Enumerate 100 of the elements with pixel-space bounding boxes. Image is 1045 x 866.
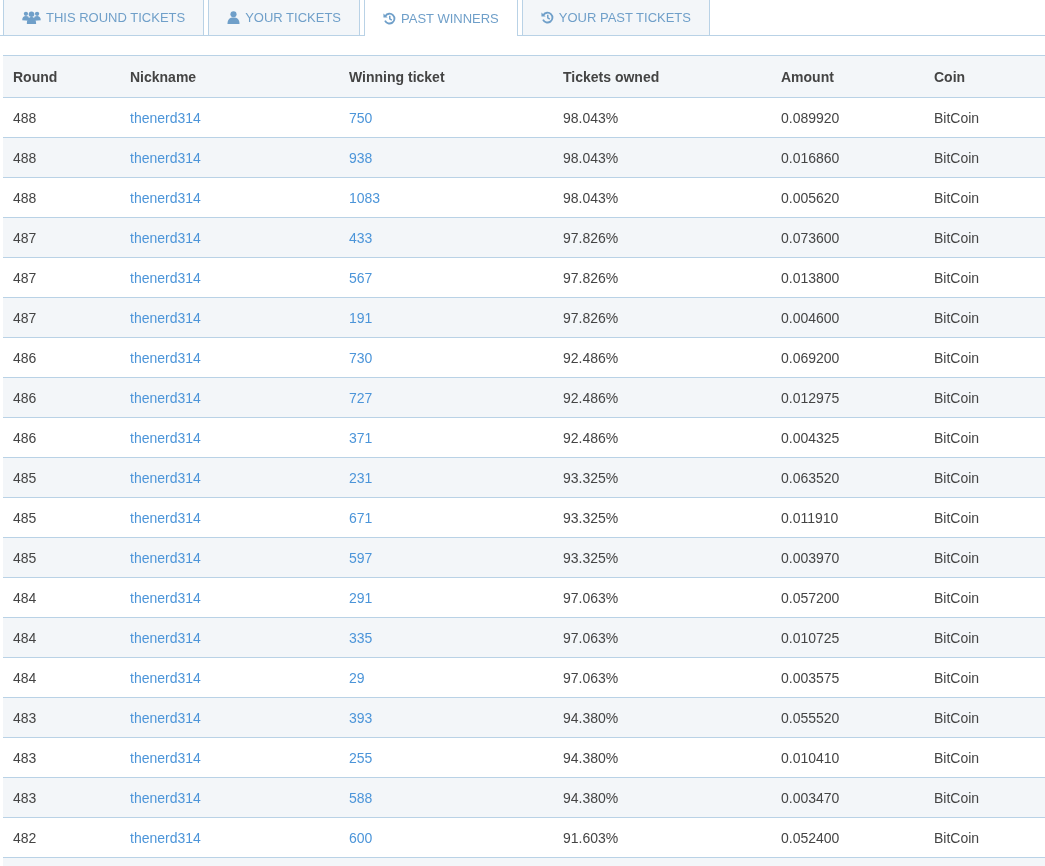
nickname-link[interactable]: thenerd314	[130, 389, 201, 406]
ticket-link[interactable]: 231	[349, 469, 373, 486]
ticket-link[interactable]: 671	[349, 509, 373, 526]
round-cell: 483	[3, 777, 120, 818]
nickname-link[interactable]: thenerd314	[130, 509, 201, 526]
amount-cell: 0.011910	[771, 497, 924, 538]
ticket-link[interactable]: 291	[349, 589, 373, 606]
nickname-link[interactable]: thenerd314	[130, 229, 201, 246]
ticket-link[interactable]: 730	[349, 349, 373, 366]
coin-cell: BitCoin	[924, 537, 1045, 578]
ticket-link[interactable]: 255	[349, 749, 373, 766]
coin-cell: BitCoin	[924, 377, 1045, 418]
amount-cell: 0.010410	[771, 737, 924, 778]
round-cell: 487	[3, 257, 120, 298]
nickname-link[interactable]: thenerd314	[130, 629, 201, 646]
ticket-link[interactable]: 938	[349, 149, 373, 166]
round-cell: 486	[3, 417, 120, 458]
tickets-owned-cell: 98.043%	[553, 177, 771, 218]
ticket-link[interactable]: 1083	[349, 189, 381, 206]
round-cell: 483	[3, 737, 120, 778]
coin-cell: BitCoin	[924, 457, 1045, 498]
column-header: Tickets owned	[553, 55, 771, 98]
ticket-link[interactable]: 191	[349, 309, 373, 326]
amount-cell: 0.010725	[771, 617, 924, 658]
column-header: Winning ticket	[339, 55, 553, 98]
nickname-link[interactable]: thenerd314	[130, 309, 201, 326]
tickets-owned-cell: 97.063%	[553, 617, 771, 658]
tickets-owned-cell: 97.826%	[553, 297, 771, 338]
column-header: Coin	[924, 55, 1045, 98]
nickname-link[interactable]: thenerd314	[130, 549, 201, 566]
round-cell: 486	[3, 337, 120, 378]
ticket-link[interactable]: 29	[349, 669, 365, 686]
column-header: Amount	[771, 55, 924, 98]
nickname-link[interactable]: thenerd314	[130, 709, 201, 726]
nickname-link[interactable]: thenerd314	[130, 589, 201, 606]
coin-cell: BitCoin	[924, 97, 1045, 138]
coin-cell: BitCoin	[924, 497, 1045, 538]
amount-cell: 0.052400	[771, 817, 924, 858]
amount-cell: 0.003575	[771, 657, 924, 698]
round-cell: 488	[3, 97, 120, 138]
tab[interactable]: PAST WINNERS	[364, 0, 518, 36]
amount-cell: 0.055520	[771, 697, 924, 738]
amount-cell: 0.004325	[771, 417, 924, 458]
people-icon	[22, 11, 41, 24]
coin-cell: BitCoin	[924, 217, 1045, 258]
nickname-link[interactable]: thenerd314	[130, 349, 201, 366]
coin-cell: BitCoin	[924, 137, 1045, 178]
nickname-link[interactable]: thenerd314	[130, 429, 201, 446]
amount-cell: 0.016860	[771, 137, 924, 178]
ticket-link[interactable]: 727	[349, 389, 373, 406]
tickets-owned-cell: 97.826%	[553, 257, 771, 298]
coin-cell: BitCoin	[924, 297, 1045, 338]
tickets-owned-cell: 98.043%	[553, 137, 771, 178]
tickets-owned-cell: 97.063%	[553, 657, 771, 698]
round-cell: 482	[3, 817, 120, 858]
tickets-owned-cell: 92.486%	[553, 377, 771, 418]
tickets-owned-cell: 97.826%	[553, 217, 771, 258]
history-icon	[540, 11, 554, 24]
tickets-owned-cell: 93.325%	[553, 497, 771, 538]
ticket-link[interactable]: 588	[349, 789, 373, 806]
tab[interactable]: YOUR TICKETS	[208, 0, 360, 35]
coin-cell: BitCoin	[924, 737, 1045, 778]
nickname-link[interactable]: thenerd314	[130, 109, 201, 126]
ticket-link[interactable]: 567	[349, 269, 373, 286]
ticket-link[interactable]: 600	[349, 829, 373, 846]
amount-cell: 0.013800	[771, 257, 924, 298]
nickname-link[interactable]: thenerd314	[130, 149, 201, 166]
tickets-owned-cell: 91.603%	[553, 817, 771, 858]
nickname-link[interactable]: thenerd314	[130, 469, 201, 486]
coin-cell: BitCoin	[924, 257, 1045, 298]
coin-cell: BitCoin	[924, 777, 1045, 818]
amount-cell: 0.003470	[771, 777, 924, 818]
amount-cell: 0.057200	[771, 577, 924, 618]
round-cell: 485	[3, 497, 120, 538]
ticket-link[interactable]: 371	[349, 429, 373, 446]
ticket-link[interactable]: 433	[349, 229, 373, 246]
ticket-link[interactable]: 750	[349, 109, 373, 126]
person-icon	[227, 11, 241, 24]
nickname-link[interactable]: thenerd314	[130, 829, 201, 846]
amount-cell: 0.003970	[771, 537, 924, 578]
ticket-link[interactable]: 393	[349, 709, 373, 726]
coin-cell: BitCoin	[924, 337, 1045, 378]
tickets-owned-cell: 92.486%	[553, 417, 771, 458]
ticket-link[interactable]: 597	[349, 549, 373, 566]
nickname-link[interactable]: thenerd314	[130, 269, 201, 286]
tab[interactable]: YOUR PAST TICKETS	[521, 0, 710, 35]
tickets-owned-cell: 98.043%	[553, 97, 771, 138]
coin-cell: BitCoin	[924, 657, 1045, 698]
nickname-link[interactable]: thenerd314	[130, 749, 201, 766]
round-cell: 483	[3, 697, 120, 738]
nickname-link[interactable]: thenerd314	[130, 189, 201, 206]
amount-cell: 0.012975	[771, 377, 924, 418]
ticket-link[interactable]: 335	[349, 629, 373, 646]
round-cell: 484	[3, 577, 120, 618]
tab[interactable]: THIS ROUND TICKETS	[3, 0, 205, 35]
tickets-owned-cell: 93.325%	[553, 457, 771, 498]
round-cell: 487	[3, 297, 120, 338]
nickname-link[interactable]: thenerd314	[130, 789, 201, 806]
nickname-link[interactable]: thenerd314	[130, 669, 201, 686]
round-cell: 488	[3, 177, 120, 218]
